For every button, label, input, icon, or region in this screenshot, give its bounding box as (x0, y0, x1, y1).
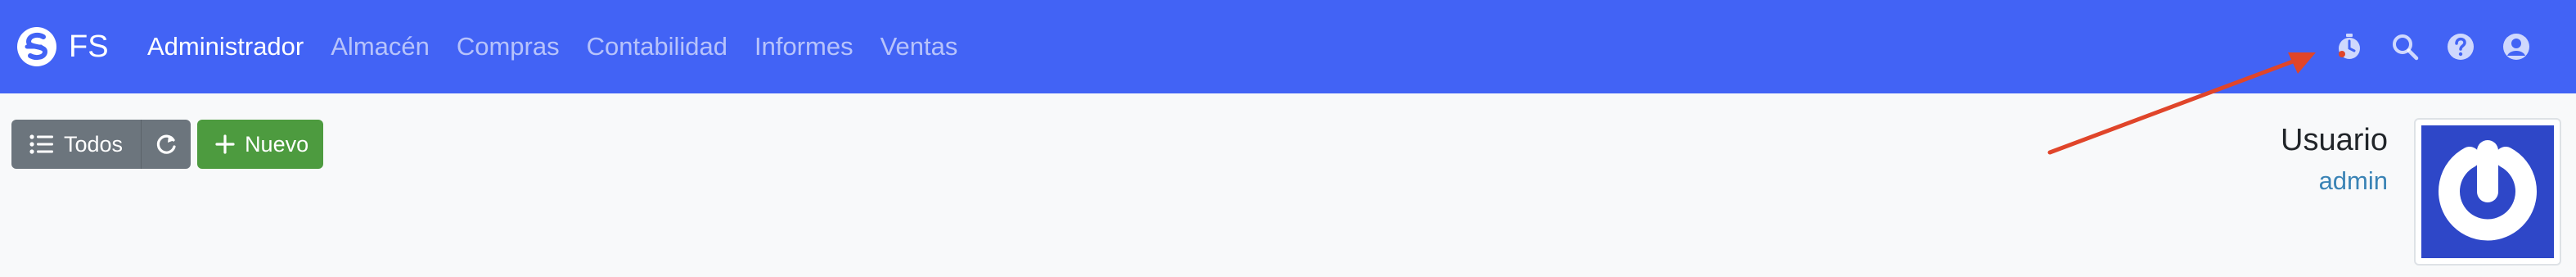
toolbar: Todos Nuevo (11, 120, 324, 169)
todos-button[interactable]: Todos (11, 120, 142, 169)
search-icon[interactable] (2391, 33, 2419, 61)
list-button-group: Todos (11, 120, 191, 169)
power-icon (2439, 140, 2537, 241)
brand[interactable]: FS (16, 26, 109, 67)
nav-item-informes[interactable]: Informes (754, 32, 853, 61)
nuevo-label: Nuevo (245, 131, 309, 157)
plus-icon (215, 134, 235, 154)
user-circle-icon[interactable] (2502, 33, 2530, 61)
brand-name: FS (69, 30, 109, 64)
avatar-image (2421, 125, 2554, 258)
nav-item-compras[interactable]: Compras (457, 32, 560, 61)
nav-item-almacen[interactable]: Almacén (331, 32, 430, 61)
page-title: Usuario (2281, 123, 2388, 157)
refresh-icon (156, 134, 176, 154)
refresh-button[interactable] (141, 120, 191, 169)
profile-header: Usuario admin (2281, 121, 2388, 198)
nav-item-contabilidad[interactable]: Contabilidad (587, 32, 727, 61)
main-menu: Administrador Almacén Compras Contabilid… (147, 30, 957, 64)
nav-item-ventas[interactable]: Ventas (880, 32, 958, 61)
navbar-icons (2335, 30, 2530, 64)
stopwatch-icon[interactable] (2335, 33, 2363, 61)
list-icon (29, 134, 53, 154)
nav-item-administrador[interactable]: Administrador (147, 32, 304, 61)
nuevo-button[interactable]: Nuevo (197, 120, 324, 169)
top-navbar: FS Administrador Almacén Compras Contabi… (0, 0, 2576, 93)
avatar[interactable] (2414, 118, 2561, 266)
fs-logo-icon (17, 27, 56, 66)
username-link[interactable]: admin (2281, 164, 2388, 198)
todos-label: Todos (64, 131, 124, 157)
help-icon[interactable] (2447, 33, 2475, 61)
